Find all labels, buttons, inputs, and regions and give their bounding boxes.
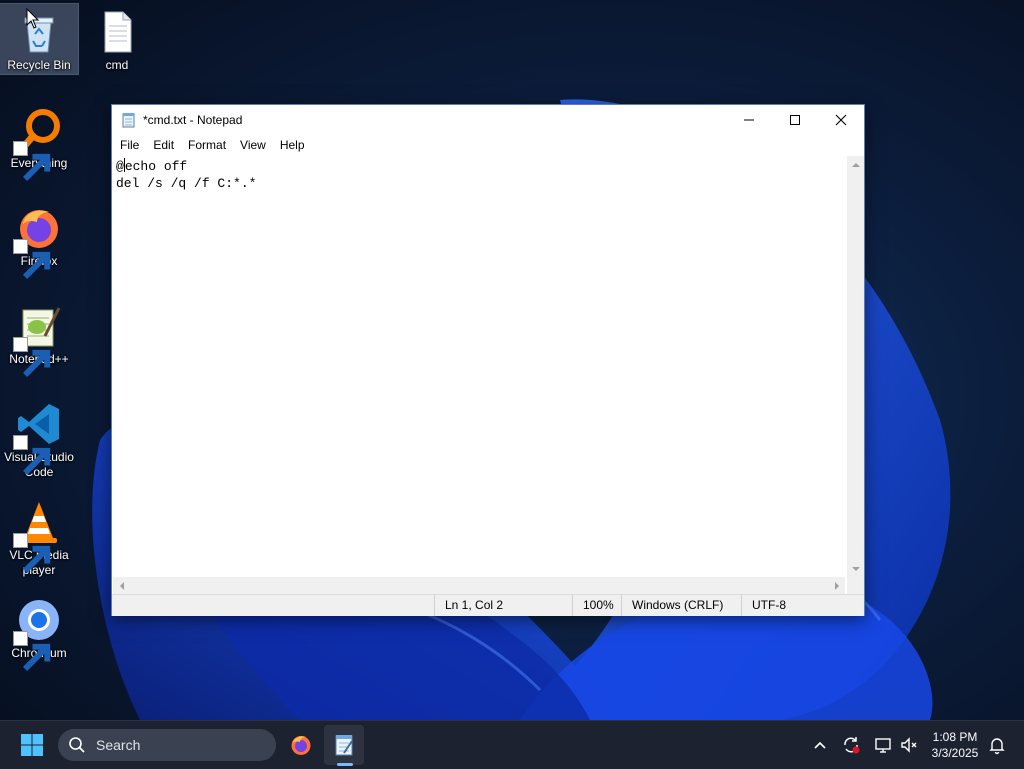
desktop-icon-vlc[interactable]: VLC media player: [0, 494, 78, 578]
notepad-icon: [335, 735, 353, 756]
maximize-icon: [790, 115, 800, 125]
minimize-button[interactable]: [726, 105, 772, 135]
horizontal-scrollbar[interactable]: [113, 577, 845, 594]
notepad-plus-plus-icon: [13, 302, 63, 378]
scroll-right-arrow-icon[interactable]: [828, 577, 845, 594]
windows-logo-icon: [21, 734, 43, 756]
shortcut-arrow-icon: [13, 141, 51, 182]
network-icon[interactable]: [873, 735, 893, 755]
taskbar: Search 1:08 PM 3/3/2025: [0, 720, 1024, 769]
vlc-icon: [13, 498, 63, 574]
desktop-icon-cmd[interactable]: cmd: [78, 4, 156, 73]
status-encoding: UTF-8: [741, 595, 852, 616]
status-line-ending: Windows (CRLF): [621, 595, 740, 616]
maximize-button[interactable]: [772, 105, 818, 135]
menu-help[interactable]: Help: [273, 135, 312, 155]
status-zoom: 100%: [572, 595, 623, 616]
desktop-icon-everything[interactable]: Everything: [0, 102, 78, 182]
clock-time: 1:08 PM: [932, 730, 978, 744]
search-icon: [69, 737, 85, 753]
close-button[interactable]: [818, 105, 864, 135]
taskbar-search[interactable]: Search: [58, 729, 276, 761]
text-editor-area[interactable]: @echo off del /s /q /f C:*.*: [113, 156, 845, 577]
shortcut-arrow-icon: [13, 533, 51, 574]
notepad-window[interactable]: *cmd.txt - Notepad File Edit Format View…: [111, 104, 865, 616]
show-hidden-icons-chevron-icon[interactable]: [810, 735, 830, 755]
taskbar-firefox-button[interactable]: [281, 725, 321, 765]
menu-bar: File Edit Format View Help: [112, 135, 864, 155]
close-icon: [835, 114, 847, 126]
running-app-indicator: [337, 763, 353, 766]
scroll-left-arrow-icon[interactable]: [113, 577, 130, 594]
window-title: *cmd.txt - Notepad: [143, 113, 243, 127]
firefox-icon: [291, 736, 311, 755]
shortcut-arrow-icon: [13, 337, 51, 378]
scroll-up-arrow-icon[interactable]: [847, 156, 864, 173]
menu-view[interactable]: View: [233, 135, 273, 155]
vscode-icon: [13, 400, 63, 476]
status-cursor-position: Ln 1, Col 2: [434, 595, 573, 616]
minimize-icon: [744, 119, 754, 121]
status-bar: Ln 1, Col 2 100% Windows (CRLF) UTF-8: [112, 594, 864, 616]
clock-date: 3/3/2025: [931, 746, 979, 760]
text-line: @echo off: [116, 158, 845, 175]
taskbar-notepad-button[interactable]: [324, 725, 364, 765]
notification-bell-icon[interactable]: [987, 735, 1007, 755]
vertical-scrollbar[interactable]: [847, 156, 864, 577]
desktop-icon-label: Recycle Bin: [7, 58, 71, 72]
menu-file[interactable]: File: [113, 135, 146, 155]
shortcut-arrow-icon: [13, 435, 51, 476]
search-placeholder: Search: [96, 737, 141, 753]
shortcut-arrow-icon: [13, 239, 51, 280]
mouse-pointer-icon: [26, 8, 40, 29]
scroll-down-arrow-icon[interactable]: [847, 560, 864, 577]
notepad-icon: [122, 113, 135, 128]
system-clock[interactable]: 1:08 PM 3/3/2025: [924, 729, 986, 761]
volume-muted-icon[interactable]: [899, 735, 919, 755]
title-bar[interactable]: *cmd.txt - Notepad: [112, 105, 864, 135]
text-file-icon: [93, 8, 141, 56]
desktop-icon-notepad-plus-plus[interactable]: Notepad++: [0, 298, 78, 378]
desktop-icon-chromium[interactable]: Chromium: [0, 592, 78, 672]
desktop-icon-label: cmd: [105, 58, 129, 72]
text-line-rest: echo off: [124, 159, 188, 174]
text-line-start: @: [116, 159, 124, 174]
everything-search-icon: [13, 106, 63, 182]
text-line: del /s /q /f C:*.*: [116, 176, 257, 191]
desktop-icon-vscode[interactable]: Visual Studio Code: [0, 396, 78, 480]
menu-format[interactable]: Format: [181, 135, 233, 155]
start-button[interactable]: [12, 725, 52, 765]
firefox-icon: [13, 204, 63, 280]
menu-edit[interactable]: Edit: [146, 135, 181, 155]
size-grip[interactable]: [847, 577, 864, 594]
sync-update-icon[interactable]: [841, 735, 861, 755]
chromium-icon: [13, 596, 63, 672]
desktop-icon-firefox[interactable]: Firefox: [0, 200, 78, 280]
shortcut-arrow-icon: [13, 631, 51, 672]
